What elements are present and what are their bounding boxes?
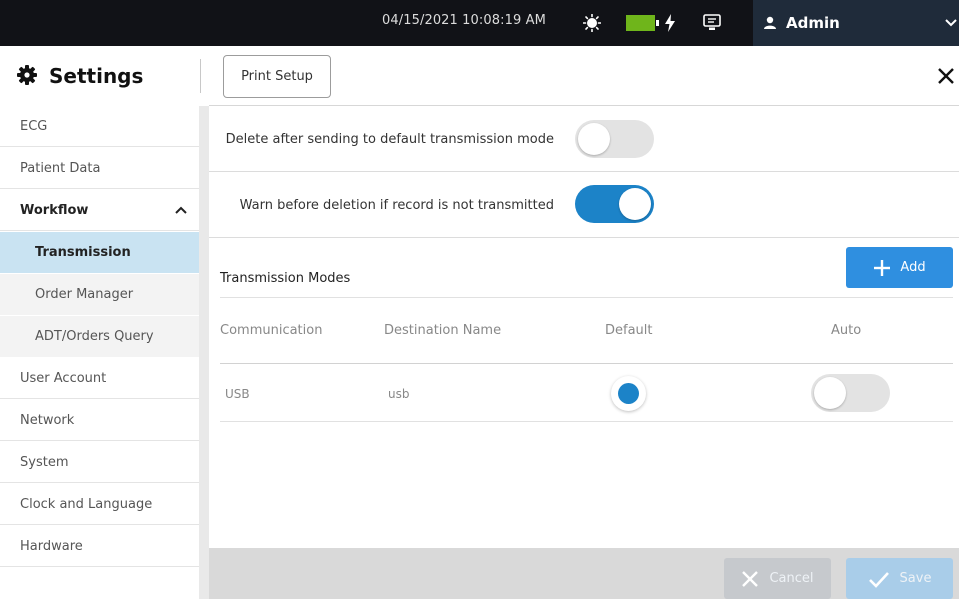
header-divider (200, 59, 201, 93)
table-row-divider (220, 421, 953, 422)
sidebar-item-label: Order Manager (35, 286, 134, 302)
gear-icon (17, 65, 37, 85)
monitor-icon[interactable] (703, 14, 721, 31)
close-icon[interactable] (937, 67, 955, 85)
sidebar: ECG Patient Data Workflow Transmission O… (0, 106, 199, 599)
status-datetime: 04/15/2021 10:08:19 AM (382, 13, 546, 28)
setting-row-delete-after-sending: Delete after sending to default transmis… (209, 106, 959, 172)
user-menu[interactable]: Admin (753, 0, 959, 46)
sidebar-item-workflow[interactable]: Workflow (0, 190, 199, 231)
toggle-knob (814, 377, 846, 409)
delete-after-sending-label: Delete after sending to default transmis… (225, 132, 554, 147)
cancel-button[interactable]: Cancel (724, 558, 831, 599)
sidebar-item-label: System (20, 454, 69, 470)
user-icon (764, 16, 776, 29)
sidebar-item-patient-data[interactable]: Patient Data (0, 148, 199, 189)
close-icon (742, 570, 759, 587)
plus-icon (874, 259, 891, 276)
sidebar-item-transmission[interactable]: Transmission (0, 232, 199, 273)
status-bar: 04/15/2021 10:08:19 AM Admin (0, 0, 959, 46)
sidebar-item-order-manager[interactable]: Order Manager (0, 274, 199, 315)
transmission-modes-title: Transmission Modes (220, 271, 351, 286)
radio-dot (618, 383, 639, 404)
sidebar-item-user-account[interactable]: User Account (0, 358, 199, 399)
cell-destination-name: usb (388, 387, 410, 401)
sidebar-item-label: Clock and Language (20, 496, 153, 512)
toggle-knob (619, 188, 651, 220)
column-header-communication: Communication (220, 323, 323, 338)
chevron-down-icon[interactable] (944, 16, 958, 30)
sidebar-item-clock-and-language[interactable]: Clock and Language (0, 484, 199, 525)
sidebar-item-label: Hardware (20, 538, 83, 554)
sidebar-item-label: User Account (20, 370, 107, 386)
cell-communication: USB (225, 387, 250, 401)
sidebar-item-label: Patient Data (20, 160, 101, 176)
setting-row-warn-before-deletion: Warn before deletion if record is not tr… (209, 172, 959, 238)
toggle-knob (578, 123, 610, 155)
battery-icon (626, 15, 659, 31)
add-button[interactable]: Add (846, 247, 953, 288)
sidebar-item-label: Network (20, 412, 75, 428)
sidebar-item-ecg[interactable]: ECG (0, 106, 199, 147)
sidebar-item-label: ADT/Orders Query (35, 328, 154, 344)
chevron-up-icon (175, 206, 187, 214)
sidebar-item-hardware[interactable]: Hardware (0, 526, 199, 567)
cancel-button-label: Cancel (769, 571, 814, 586)
sun-icon (583, 14, 601, 32)
page-title: Settings (49, 64, 144, 88)
bolt-icon (665, 14, 675, 32)
save-button[interactable]: Save (846, 558, 953, 599)
sidebar-item-adt-orders-query[interactable]: ADT/Orders Query (0, 316, 199, 357)
sidebar-item-system[interactable]: System (0, 442, 199, 483)
add-button-label: Add (900, 260, 926, 275)
column-header-destination-name: Destination Name (384, 323, 502, 338)
section-divider (220, 297, 953, 298)
save-button-label: Save (899, 571, 932, 586)
table-header-divider (220, 363, 953, 364)
delete-after-sending-toggle[interactable] (575, 120, 654, 158)
content-divider (199, 106, 209, 599)
sidebar-item-label: Transmission (35, 244, 131, 260)
warn-before-deletion-toggle[interactable] (575, 185, 654, 223)
auto-toggle[interactable] (811, 374, 890, 412)
sidebar-item-label: ECG (20, 118, 48, 134)
check-icon (868, 571, 889, 588)
column-header-auto: Auto (831, 323, 862, 338)
column-header-default: Default (605, 323, 653, 338)
sidebar-item-label: Workflow (20, 202, 89, 218)
user-name: Admin (786, 14, 840, 32)
sidebar-item-network[interactable]: Network (0, 400, 199, 441)
warn-before-deletion-label: Warn before deletion if record is not tr… (239, 198, 554, 213)
default-radio[interactable] (611, 376, 646, 411)
print-setup-button[interactable]: Print Setup (223, 55, 331, 98)
